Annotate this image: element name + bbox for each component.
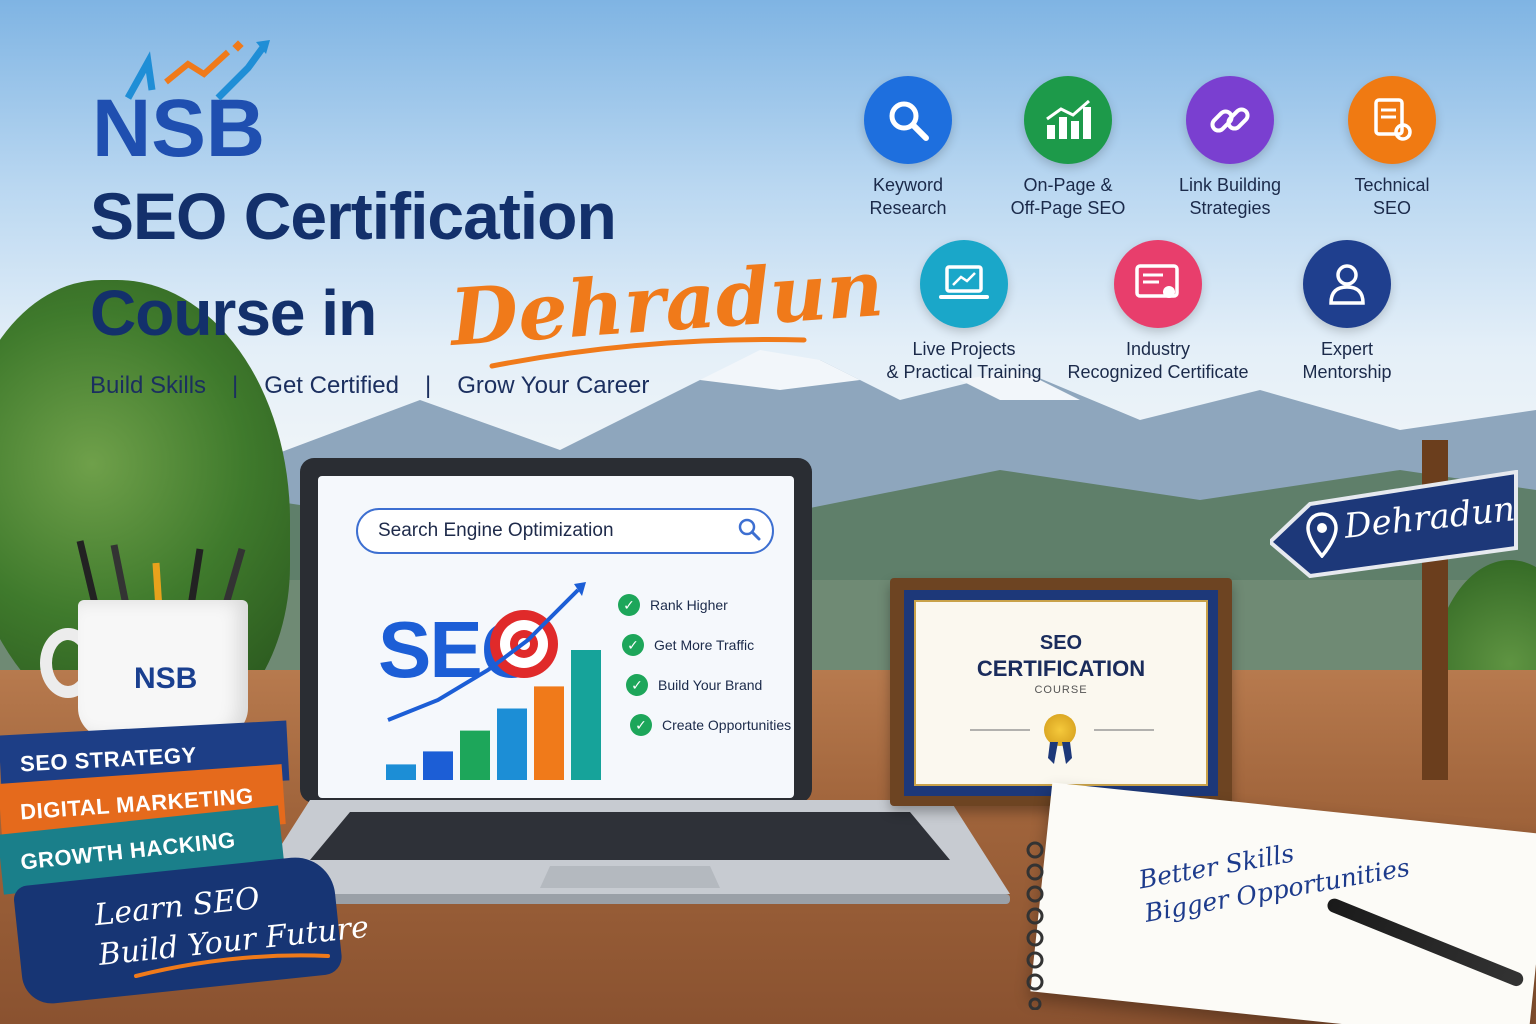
growth-bar-chart	[386, 582, 601, 780]
search-icon[interactable]	[736, 516, 762, 542]
feature-live-projects: Live Projects & Practical Training	[864, 240, 1064, 384]
growth-bar	[423, 751, 453, 780]
script-underline	[489, 337, 807, 369]
growth-bar	[571, 650, 601, 780]
seal-ribbon-icon	[1048, 742, 1072, 764]
certificate-subtitle: COURSE	[1034, 684, 1088, 696]
checklist-item: ✓ Rank Higher	[618, 594, 791, 616]
feature-certificate: Industry Recognized Certificate	[1058, 240, 1258, 384]
feature-label: Live Projects & Practical Training	[886, 339, 1042, 382]
feature-label: Expert Mentorship	[1302, 339, 1392, 382]
badge-underline	[134, 953, 330, 978]
tagline-item: Grow Your Career	[457, 372, 650, 399]
notebook-rings	[1026, 841, 1044, 1010]
growth-bar	[460, 730, 490, 780]
growth-bar	[534, 686, 564, 780]
feature-technical-seo: Technical SEO	[1292, 76, 1492, 220]
tagline: Build Skills | Get Certified | Grow Your…	[90, 372, 649, 400]
location-pin-icon	[1306, 512, 1338, 558]
certificate-title-1: SEO	[1039, 632, 1083, 654]
check-icon: ✓	[626, 674, 648, 696]
checklist-item: ✓ Build Your Brand	[626, 674, 791, 696]
search-query: Search Engine Optimization	[378, 520, 614, 541]
feature-label: Industry Recognized Certificate	[1067, 339, 1249, 382]
growth-bar	[386, 764, 416, 780]
document-gear-icon	[1348, 76, 1436, 164]
headline-line-1: SEO Certification	[90, 179, 617, 253]
checklist-item: ✓ Create Opportunities	[630, 714, 791, 736]
logo-text: NSB	[92, 83, 265, 163]
feature-mentorship: Expert Mentorship	[1247, 240, 1447, 384]
growth-bar	[497, 708, 527, 780]
check-icon: ✓	[622, 634, 644, 656]
certificate-title-2: CERTIFICATION	[976, 656, 1146, 681]
laptop-icon	[920, 240, 1008, 328]
laptop-checklist: ✓ Rank Higher ✓ Get More Traffic ✓ Build Yo…	[618, 594, 791, 736]
tagline-separator: |	[425, 372, 432, 399]
feature-label: Technical SEO	[1354, 175, 1430, 218]
tagline-separator: |	[232, 372, 239, 399]
feature-label: Keyword Research	[869, 175, 947, 218]
headline-line-2: Course in	[90, 277, 377, 349]
mentor-icon	[1303, 240, 1391, 328]
nsb-logo: NSB	[92, 40, 270, 163]
tagline-item: Build Skills	[90, 372, 207, 399]
check-icon: ✓	[618, 594, 640, 616]
feature-label: Link Building Strategies	[1178, 175, 1282, 218]
magnifier-icon	[864, 76, 952, 164]
checklist-item: ✓ Get More Traffic	[622, 634, 791, 656]
check-icon: ✓	[630, 714, 652, 736]
bar-chart-icon	[1024, 76, 1112, 164]
tagline-item: Get Certified	[264, 372, 399, 399]
link-icon	[1186, 76, 1274, 164]
mug-logo: NSB	[134, 662, 198, 695]
certificate-icon	[1114, 240, 1202, 328]
feature-label: On-Page & Off-Page SEO	[1010, 175, 1126, 218]
